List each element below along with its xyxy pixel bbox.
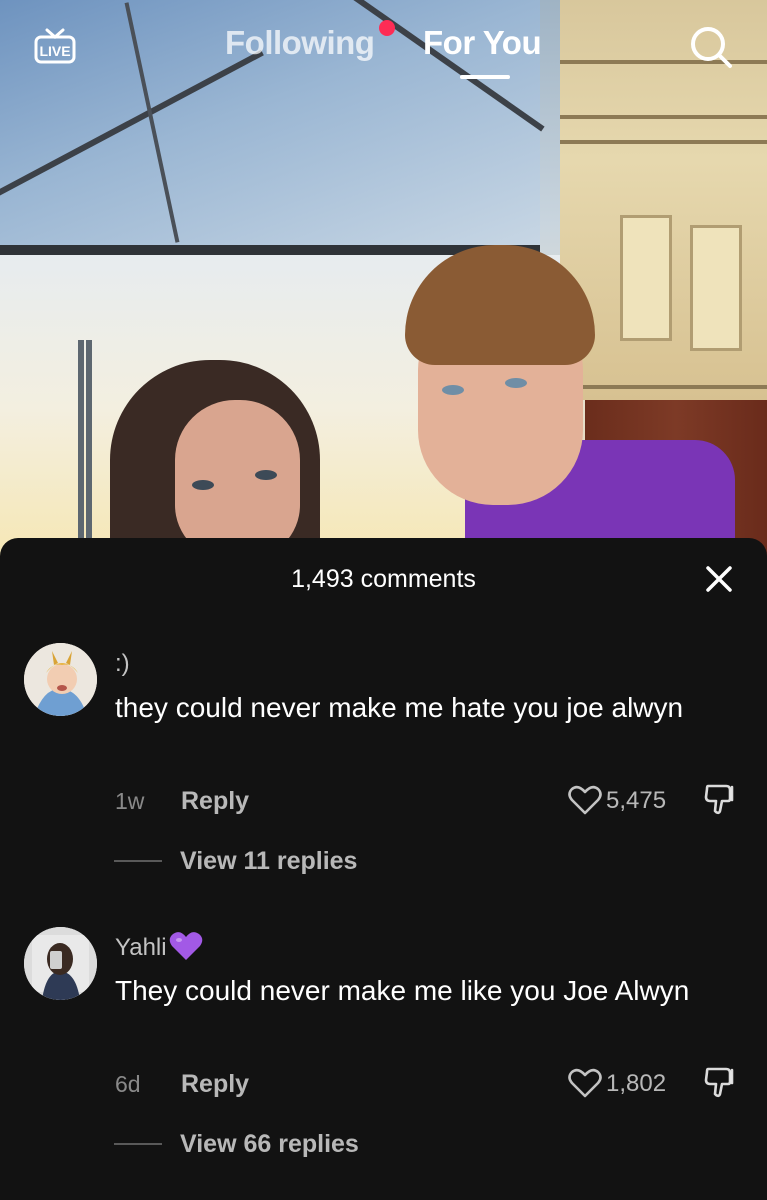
like-heart-icon[interactable] <box>568 784 602 816</box>
comments-sheet: 1,493 comments :) they could never make … <box>0 538 767 1200</box>
search-icon[interactable] <box>688 24 734 70</box>
comment-timestamp: 1w <box>115 788 145 814</box>
reply-button[interactable]: Reply <box>181 1070 249 1099</box>
avatar[interactable] <box>24 643 97 716</box>
close-icon[interactable] <box>702 562 736 596</box>
comment-text: they could never make me hate you joe al… <box>115 692 684 723</box>
reply-button[interactable]: Reply <box>181 787 249 816</box>
purple-heart-emoji-icon <box>169 932 202 960</box>
view-replies-button[interactable]: View 11 replies <box>180 847 357 876</box>
username-text: Yahli <box>115 934 167 961</box>
tab-following[interactable]: Following <box>225 24 375 62</box>
comment-timestamp: 6d <box>115 1071 141 1097</box>
avatar[interactable] <box>24 927 97 1000</box>
comment-text: They could never make me like you Joe Al… <box>115 975 690 1006</box>
view-replies-button[interactable]: View 66 replies <box>180 1130 359 1159</box>
comment-username[interactable]: Yahli <box>115 930 203 962</box>
active-tab-indicator <box>460 75 510 79</box>
dislike-icon[interactable] <box>702 781 738 817</box>
top-navigation: LIVE Following For You <box>0 0 767 100</box>
replies-divider <box>114 1143 162 1145</box>
tab-for-you[interactable]: For You <box>423 24 542 62</box>
notification-dot <box>379 20 395 36</box>
like-heart-icon[interactable] <box>568 1067 602 1099</box>
live-icon[interactable]: LIVE <box>34 28 76 64</box>
comments-count-title: 1,493 comments <box>291 565 476 593</box>
comment-username[interactable]: :) <box>115 650 130 678</box>
svg-text:LIVE: LIVE <box>39 43 70 59</box>
dislike-icon[interactable] <box>702 1064 738 1100</box>
like-count: 1,802 <box>606 1070 667 1097</box>
replies-divider <box>114 860 162 862</box>
like-count: 5,475 <box>606 787 667 814</box>
